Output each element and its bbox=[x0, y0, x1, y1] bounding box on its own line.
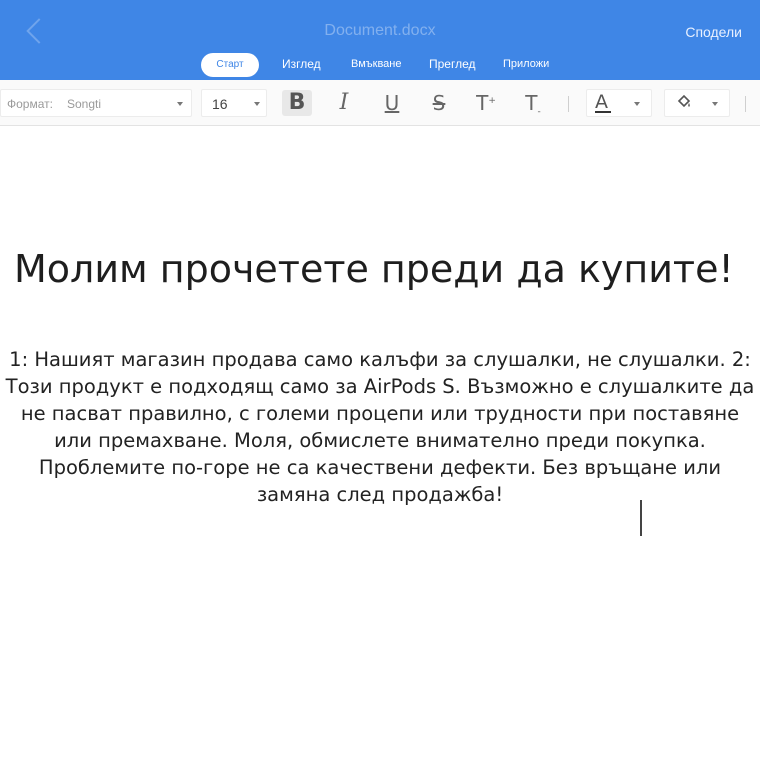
superscript-icon[interactable]: T+ bbox=[471, 90, 501, 116]
tab-view[interactable]: Изглед bbox=[282, 57, 321, 71]
ribbon-tabs: Старт Изглед Вмъкване Преглед Приложи bbox=[0, 52, 760, 78]
share-button[interactable]: Сподели bbox=[685, 24, 742, 40]
tab-review[interactable]: Преглед bbox=[429, 57, 476, 71]
tab-start[interactable]: Старт bbox=[201, 53, 259, 77]
document-page[interactable]: Молим прочетете преди да купите! 1: Наши… bbox=[0, 127, 760, 760]
fill-color-icon bbox=[675, 93, 693, 116]
italic-icon[interactable]: I bbox=[329, 90, 359, 116]
bold-icon[interactable]: B bbox=[282, 90, 312, 116]
strikethrough-icon[interactable]: S bbox=[424, 90, 454, 116]
subscript-icon[interactable]: T- bbox=[518, 90, 548, 117]
document-body: 1: Нашият магазин продава само калъфи за… bbox=[5, 348, 755, 506]
font-color-swatch bbox=[595, 111, 611, 113]
fill-color-button[interactable] bbox=[664, 89, 730, 117]
app-header: Document.docx Сподели Старт Изглед Вмъкв… bbox=[0, 0, 760, 80]
text-cursor bbox=[640, 500, 642, 536]
chevron-down-icon bbox=[254, 102, 260, 106]
underline-icon[interactable]: U bbox=[377, 90, 407, 116]
toolbar-divider bbox=[745, 96, 746, 112]
tab-insert[interactable]: Вмъкване bbox=[351, 58, 402, 70]
document-heading: Молим прочетете преди да купите! bbox=[14, 247, 734, 291]
font-family-select[interactable]: Формат: Songti bbox=[0, 89, 192, 117]
font-size-value: 16 bbox=[212, 96, 228, 112]
font-color-icon: A bbox=[595, 91, 608, 113]
toolbar-divider bbox=[568, 96, 569, 112]
chevron-down-icon bbox=[634, 102, 640, 106]
font-family-value: Songti bbox=[67, 97, 102, 111]
superscript-glyph: T bbox=[476, 91, 489, 115]
tab-apply[interactable]: Приложи bbox=[503, 58, 549, 70]
chevron-down-icon bbox=[177, 102, 183, 106]
document-title: Document.docx bbox=[324, 22, 436, 39]
formatting-toolbar: Формат: Songti 16 B I U S T+ T- A bbox=[0, 80, 760, 126]
subscript-glyph: T bbox=[525, 91, 538, 115]
font-color-button[interactable]: A bbox=[586, 89, 652, 117]
font-size-select[interactable]: 16 bbox=[201, 89, 267, 117]
format-label: Формат: bbox=[7, 97, 53, 111]
chevron-down-icon bbox=[712, 102, 718, 106]
